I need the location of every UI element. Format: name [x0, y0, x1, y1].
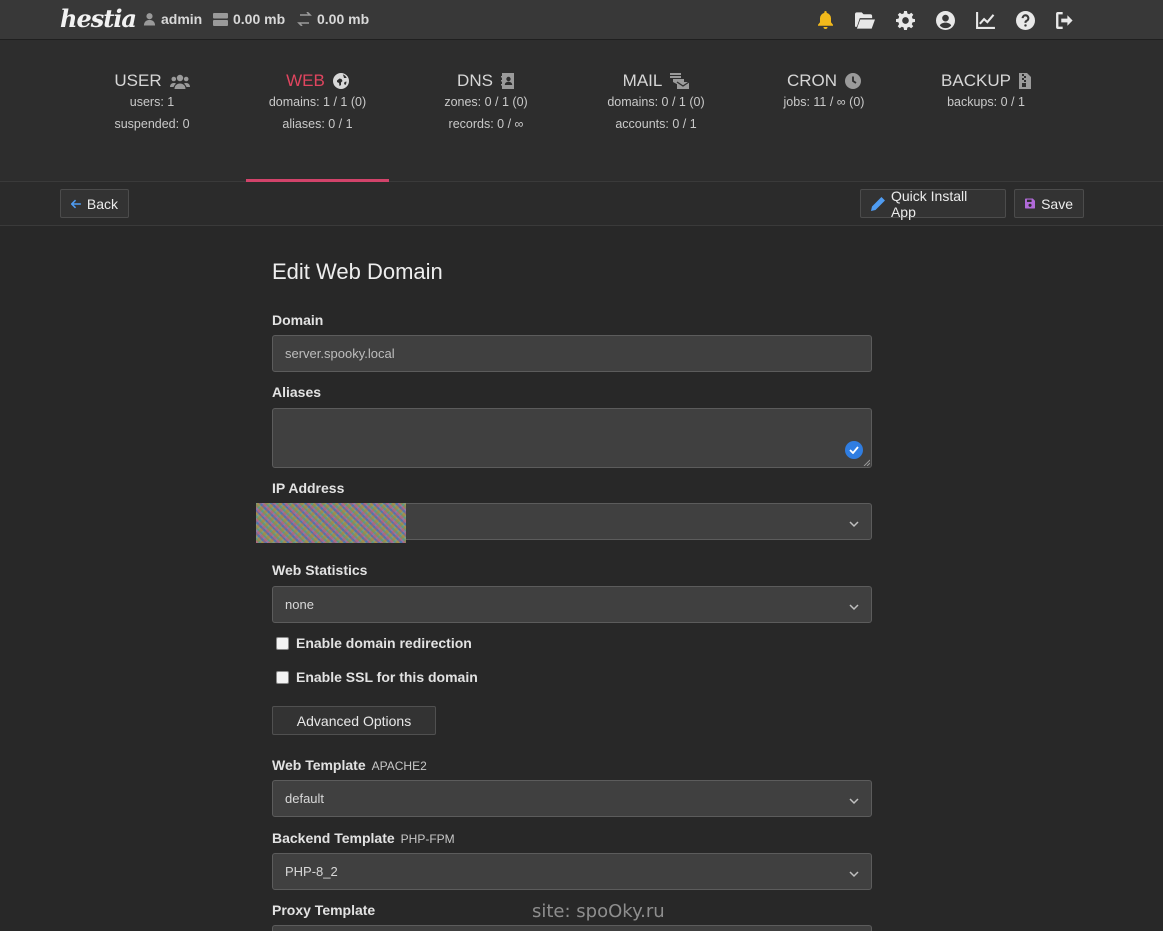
redirect-label: Enable domain redirection — [296, 635, 472, 651]
stat-line: domains: 0 / 1 (0) — [607, 95, 705, 109]
stat-line: suspended: 0 — [114, 117, 190, 131]
stat-line: accounts: 0 / 1 — [615, 117, 697, 131]
toolbar: Back Quick Install App Save — [0, 182, 1163, 226]
top-bar: hestia admin 0.00 mb 0.00 mb — [0, 0, 1163, 40]
back-label: Back — [86, 195, 118, 212]
tab-dns[interactable]: DNS zones: 0 / 1 (0) records: 0 / ∞ — [406, 40, 566, 182]
backend-template-label-text: Backend Template — [272, 830, 395, 846]
aliases-label: Aliases — [272, 384, 322, 400]
web-template-label-text: Web Template — [272, 757, 366, 773]
stat-line: zones: 0 / 1 (0) — [444, 95, 528, 109]
stat-line: jobs: 11 / ∞ (0) — [783, 95, 865, 109]
resize-handle-icon[interactable] — [862, 458, 870, 466]
backend-template-sub: PHP-FPM — [400, 832, 455, 846]
chevron-down-icon — [849, 599, 859, 614]
top-username: admin — [161, 11, 203, 27]
tab-mail[interactable]: MAIL domains: 0 / 1 (0) accounts: 0 / 1 — [576, 40, 736, 182]
backend-template-select[interactable]: PHP-8_2 — [272, 853, 872, 890]
ssl-label: Enable SSL for this domain — [296, 669, 478, 685]
proxy-template-select[interactable] — [272, 925, 872, 931]
floppy-disk-icon — [1025, 198, 1036, 209]
domain-label: Domain — [272, 312, 324, 328]
question-circle-icon[interactable] — [1015, 10, 1035, 30]
chart-line-icon[interactable] — [975, 10, 995, 30]
globe-icon — [332, 73, 349, 89]
redirect-checkbox[interactable] — [276, 636, 289, 650]
domain-input-value: server.spooky.local — [285, 346, 395, 361]
top-icons — [815, 10, 1075, 30]
redirect-checkbox-row[interactable]: Enable domain redirection — [276, 635, 472, 651]
pencil-icon — [871, 196, 885, 211]
arrow-left-icon — [71, 199, 81, 208]
top-disk-value: 0.00 mb — [233, 11, 286, 27]
web-template-value: default — [285, 791, 325, 806]
advanced-options-label: Advanced Options — [296, 712, 412, 729]
hestia-logo[interactable]: hestia — [60, 4, 137, 36]
ssl-checkbox[interactable] — [276, 670, 289, 684]
tab-user-label: USER — [114, 71, 162, 90]
stat-line: users: 1 — [129, 95, 175, 109]
user-circle-icon[interactable] — [935, 10, 955, 30]
tab-cron-label: CRON — [786, 71, 838, 90]
tab-dns-label: DNS — [457, 71, 493, 90]
back-button[interactable]: Back — [60, 189, 129, 218]
tab-cron[interactable]: CRON jobs: 11 / ∞ (0) — [744, 40, 904, 182]
web-statistics-value: none — [285, 597, 314, 612]
top-disk: 0.00 mb — [213, 11, 285, 27]
tab-backup[interactable]: BACKUP backups: 0 / 1 — [906, 40, 1066, 182]
clock-icon — [845, 73, 862, 89]
mail-bulk-icon — [670, 73, 690, 89]
quick-install-label: Quick Install App — [890, 187, 968, 220]
folder-open-icon[interactable] — [855, 10, 875, 30]
top-user: admin — [143, 11, 202, 27]
top-bandwidth-value: 0.00 mb — [317, 11, 370, 27]
check-circle-icon — [845, 441, 863, 459]
stat-line: records: 0 / ∞ — [448, 117, 524, 131]
stat-line: aliases: 0 / 1 — [282, 117, 353, 131]
tab-backup-label: BACKUP — [941, 71, 1011, 90]
file-archive-icon — [1018, 73, 1031, 89]
save-label: Save — [1041, 195, 1073, 212]
domain-input[interactable]: server.spooky.local — [272, 335, 872, 372]
hdd-icon — [213, 12, 228, 26]
user-icon — [143, 13, 156, 26]
stats-panel: USER users: 1 suspended: 0 WEB domains: … — [0, 40, 1163, 183]
top-bandwidth: 0.00 mb — [297, 11, 369, 27]
tab-user[interactable]: USER users: 1 suspended: 0 — [72, 40, 232, 182]
tab-web-label: WEB — [286, 71, 325, 90]
quick-install-button[interactable]: Quick Install App — [860, 187, 1006, 220]
address-book-icon — [500, 73, 514, 89]
ip-address-select[interactable] — [256, 503, 872, 543]
web-template-label: Web Template APACHE2 — [272, 757, 427, 773]
tab-web[interactable]: WEB domains: 1 / 1 (0) aliases: 0 / 1 — [246, 40, 389, 183]
web-statistics-label: Web Statistics — [272, 562, 368, 578]
stat-line: backups: 0 / 1 — [947, 95, 1025, 109]
aliases-textarea[interactable] — [272, 408, 872, 468]
chevron-down-icon — [849, 793, 859, 808]
backend-template-label: Backend Template PHP-FPM — [272, 830, 455, 846]
users-icon — [169, 74, 190, 89]
web-template-select[interactable]: default — [272, 780, 872, 817]
chevron-down-icon — [849, 866, 859, 881]
ip-address-label: IP Address — [272, 480, 345, 496]
watermark-text: site: spoOky.ru — [532, 901, 665, 922]
redacted-ip-block — [256, 503, 406, 543]
save-button[interactable]: Save — [1014, 189, 1084, 218]
proxy-template-label: Proxy Template — [272, 902, 376, 918]
advanced-options-button[interactable]: Advanced Options — [272, 706, 436, 735]
exchange-icon — [297, 12, 312, 26]
bell-icon[interactable] — [815, 10, 835, 30]
chevron-down-icon — [849, 516, 859, 531]
page-title: Edit Web Domain — [272, 259, 443, 284]
gear-icon[interactable] — [895, 10, 915, 30]
stat-line: domains: 1 / 1 (0) — [268, 95, 367, 109]
web-statistics-select[interactable]: none — [272, 586, 872, 623]
web-template-sub: APACHE2 — [371, 759, 427, 773]
logout-icon[interactable] — [1055, 10, 1075, 30]
tab-mail-label: MAIL — [622, 71, 663, 90]
ssl-checkbox-row[interactable]: Enable SSL for this domain — [276, 669, 478, 685]
backend-template-value: PHP-8_2 — [285, 864, 338, 879]
